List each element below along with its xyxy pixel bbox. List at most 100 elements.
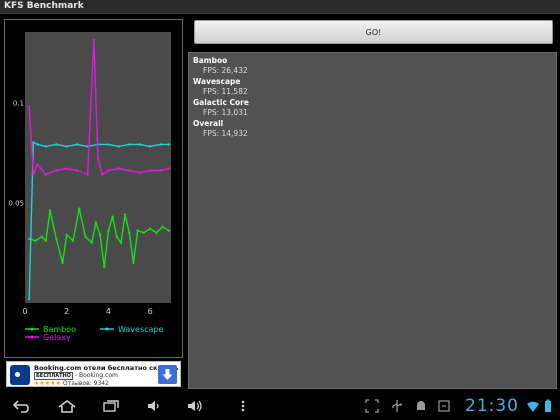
data-point [27, 297, 31, 301]
data-point [32, 173, 35, 176]
data-point [138, 171, 141, 174]
result-item: Bamboo FPS: 26,432 [193, 56, 552, 76]
ad-subtitle: БЕСПЛАТНО - Booking.com [34, 372, 118, 380]
data-point [148, 145, 152, 148]
data-point [86, 173, 89, 176]
data-point [65, 233, 68, 236]
x-tick-label: 2 [64, 307, 69, 316]
data-point [119, 241, 123, 244]
data-point [94, 221, 98, 224]
data-point [159, 143, 162, 146]
data-point [161, 225, 164, 228]
ad-banner[interactable]: Booking.com отели бесплатно скачать БЕСП… [6, 361, 181, 387]
data-point [40, 235, 43, 238]
back-icon[interactable] [12, 399, 32, 413]
notification-icon [438, 400, 450, 412]
y-tick-label: 0.1 [13, 99, 24, 107]
booking-app-icon [10, 365, 30, 385]
ad-reviews: Отзывов: 9342 [62, 380, 109, 387]
data-point [167, 229, 171, 232]
y-tick-label: 0.05 [8, 200, 24, 208]
plot-area [25, 32, 171, 303]
data-point [34, 239, 37, 242]
usb-icon [392, 400, 402, 412]
data-point [78, 207, 81, 210]
result-fps: FPS: 13,031 [203, 108, 248, 117]
app-window: KFS Benchmark 0 2 4 6 0.05 0.1 Bamboo Wavescape… [0, 0, 560, 420]
data-point [167, 167, 171, 170]
data-point [61, 261, 64, 265]
data-point [107, 169, 110, 172]
ad-free-badge: БЕСПЛАТНО [34, 372, 73, 380]
data-point [55, 143, 58, 146]
data-point [107, 143, 110, 146]
result-fps: FPS: 14,932 [203, 129, 248, 138]
data-point [115, 235, 118, 238]
data-point [44, 145, 48, 148]
data-point [98, 233, 102, 236]
ad-source: - Booking.com [74, 372, 118, 379]
legend-label: Galaxy [43, 333, 71, 342]
data-point [123, 213, 127, 216]
result-name: Wavescape [193, 77, 241, 86]
data-point [32, 141, 35, 144]
status-clock: 21:30 [465, 396, 519, 416]
recent-apps-icon[interactable] [101, 399, 121, 413]
legend-label: Wavescape [118, 325, 164, 334]
data-point [138, 143, 141, 146]
data-point [159, 169, 162, 172]
data-point [65, 167, 68, 170]
volume-up-icon[interactable] [186, 399, 204, 413]
data-point [36, 163, 39, 166]
data-point [103, 265, 106, 269]
data-point [27, 237, 31, 240]
data-point [155, 231, 158, 234]
title-bar: KFS Benchmark [0, 0, 560, 14]
result-fps: FPS: 26,432 [203, 66, 248, 75]
fps-chart: 0 2 4 60.050.1Bamboo WavescapeGalaxy [8, 32, 171, 342]
volume-down-icon[interactable] [146, 399, 162, 413]
data-point [148, 169, 152, 172]
data-point [117, 145, 121, 148]
go-button[interactable]: GO! [194, 20, 553, 44]
result-name: Bamboo [193, 56, 228, 65]
data-point [55, 169, 58, 172]
data-point [148, 227, 152, 230]
legend-marker [105, 327, 109, 331]
x-tick-label: 4 [106, 307, 111, 316]
data-point [111, 215, 114, 218]
result-item: Wavescape FPS: 11,582 [193, 77, 552, 97]
battery-icon [545, 399, 551, 412]
data-point [65, 145, 68, 148]
data-point [75, 169, 79, 172]
data-point [44, 173, 48, 176]
data-point [167, 143, 171, 146]
download-button[interactable] [158, 365, 177, 384]
wifi-icon [527, 401, 539, 412]
legend-marker [30, 335, 34, 339]
home-icon[interactable] [57, 399, 77, 413]
data-point [100, 173, 104, 176]
legend-marker [30, 327, 34, 331]
data-point [136, 229, 139, 232]
data-point [142, 231, 146, 234]
data-point [75, 143, 79, 146]
ad-title: Booking.com отели бесплатно скачать [34, 364, 179, 372]
menu-icon[interactable] [240, 399, 246, 413]
data-point [27, 105, 31, 108]
android-debug-icon [417, 401, 425, 410]
data-point [71, 239, 75, 242]
data-point [55, 237, 58, 240]
data-point [96, 157, 100, 160]
data-point [44, 239, 48, 242]
ad-rating: ★★★★★ Отзывов: 9342 [34, 380, 109, 387]
data-point [128, 231, 131, 234]
fps-chart-panel: 0 2 4 6 0.05 0.1 Bamboo Wavescape Galaxy [4, 19, 183, 358]
result-fps: FPS: 11,582 [203, 87, 248, 96]
data-point [128, 143, 131, 146]
rating-stars: ★★★★★ [34, 380, 61, 387]
app-title: KFS Benchmark [4, 1, 84, 11]
data-point [128, 169, 131, 172]
data-point [36, 143, 39, 146]
x-tick-label: 0 [22, 307, 27, 316]
